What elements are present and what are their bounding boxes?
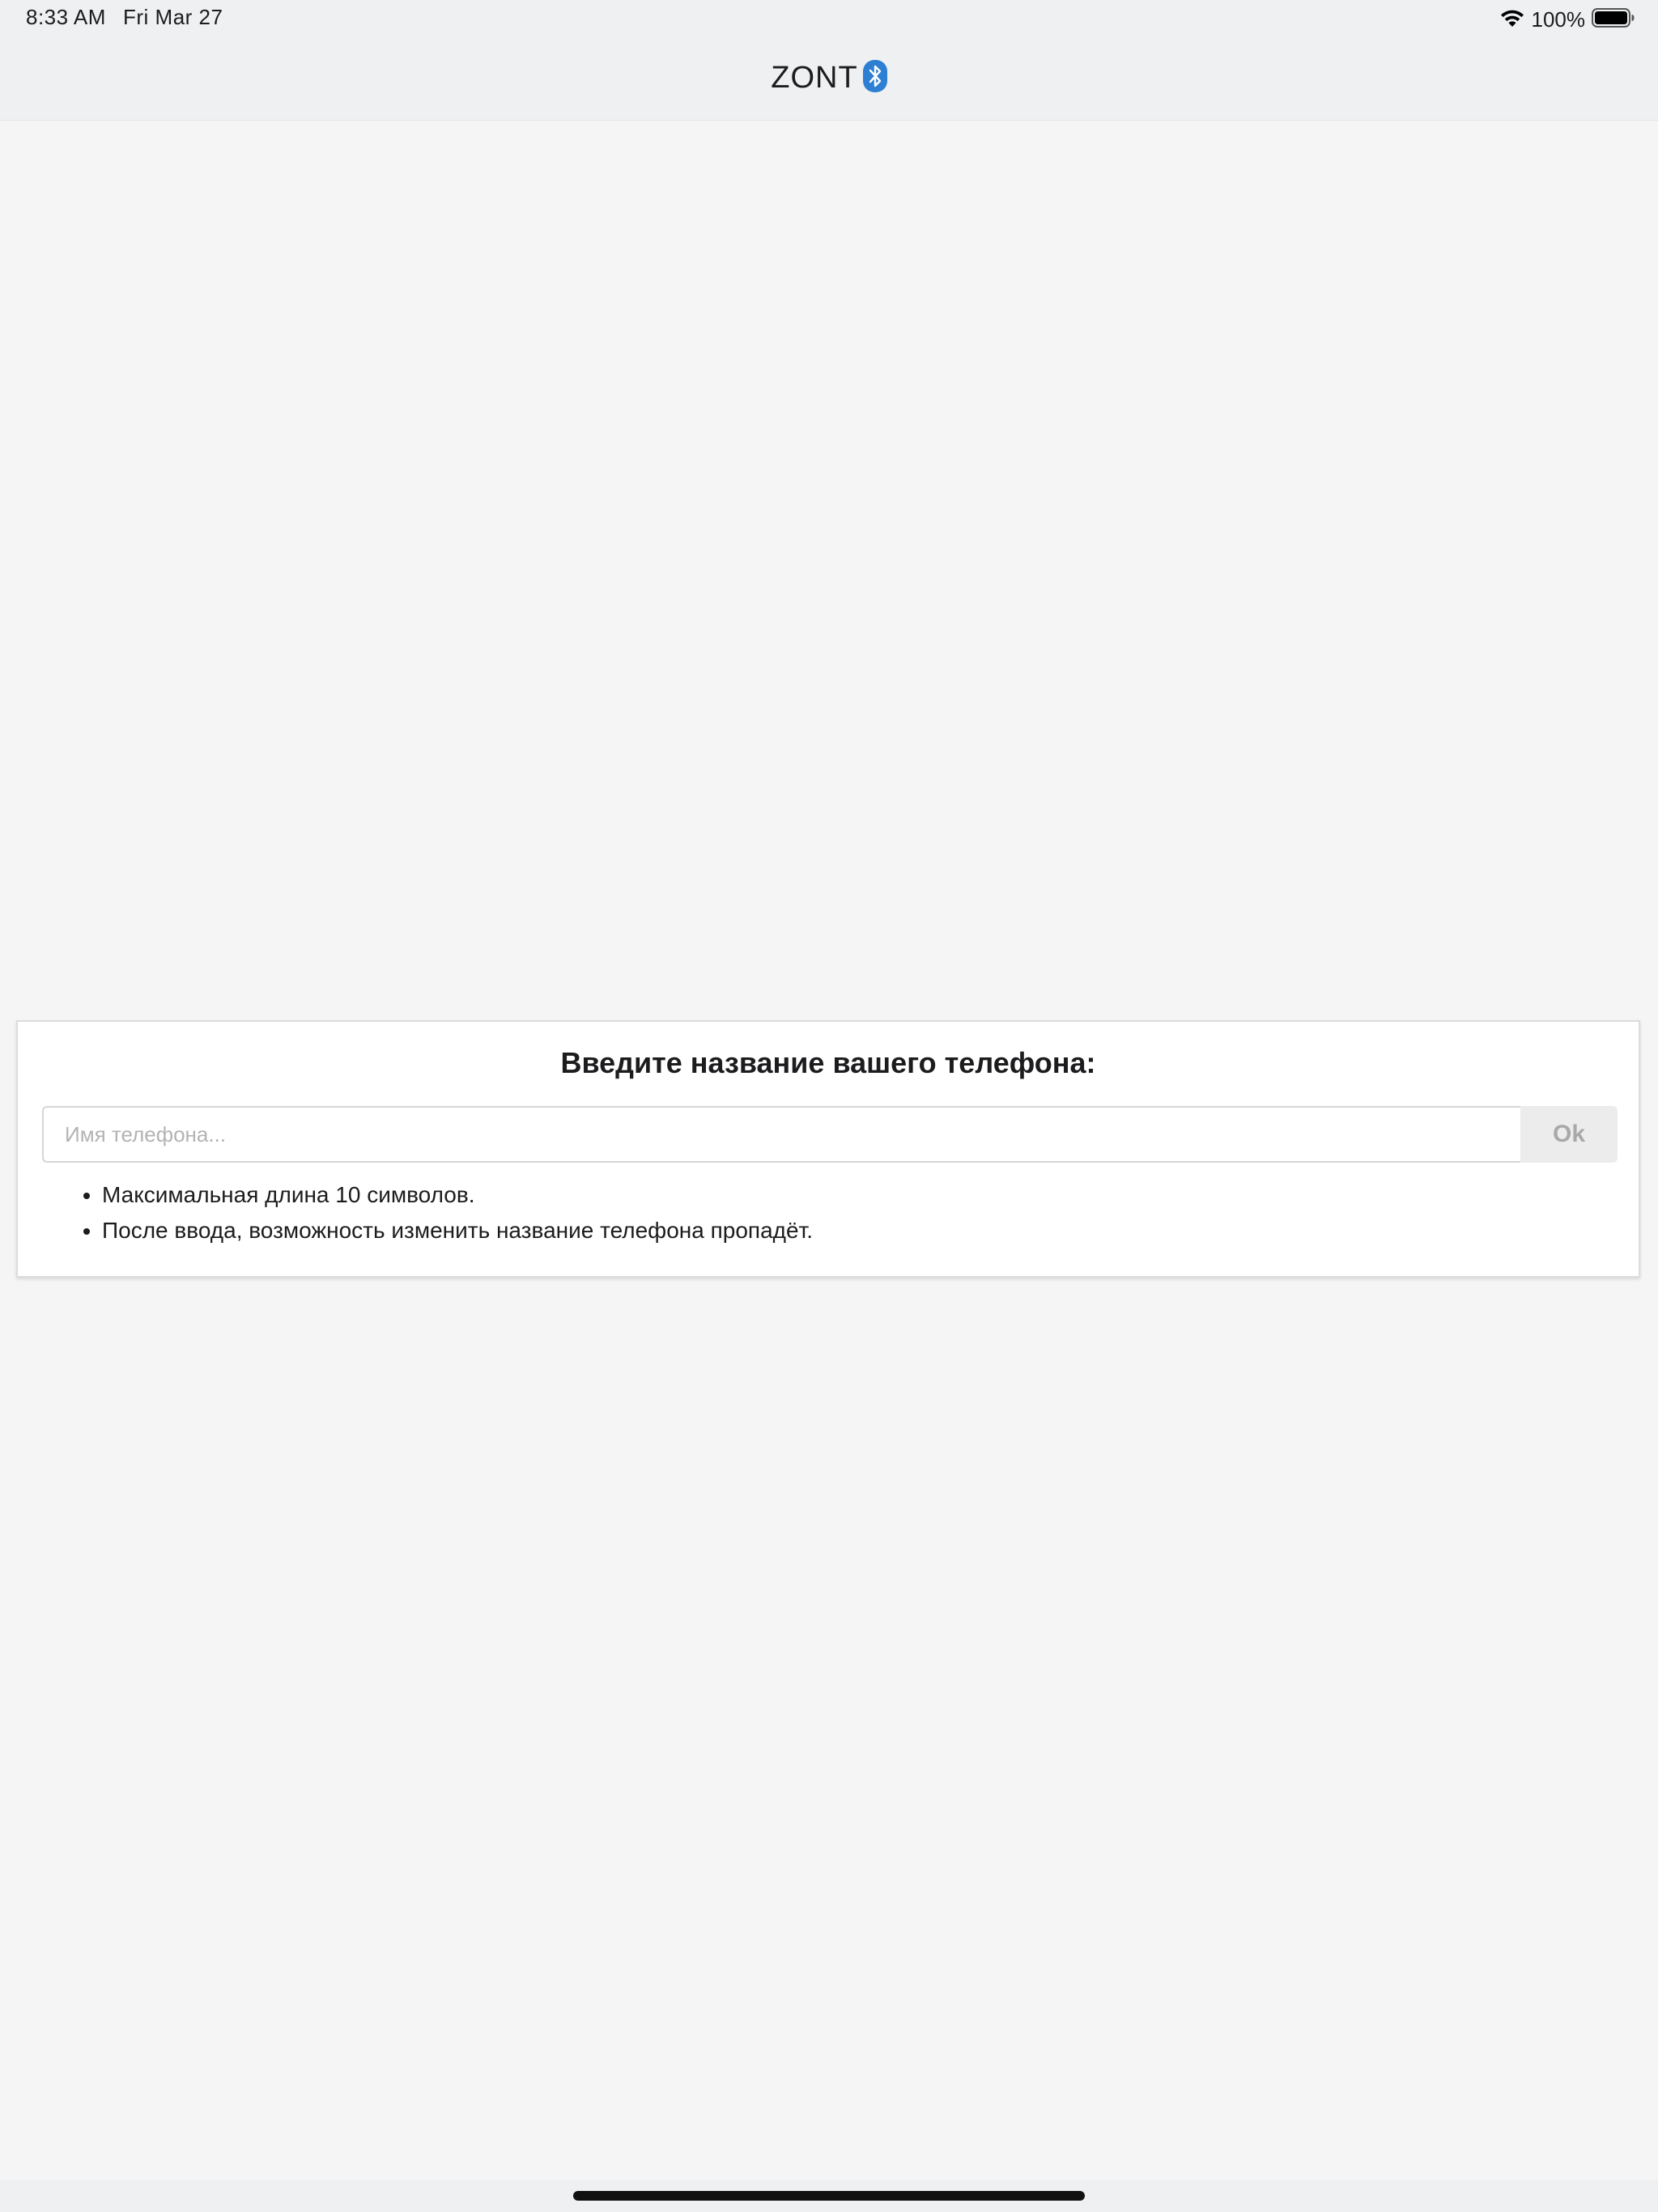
rule-item: После ввода, возможность изменить назван… — [102, 1213, 813, 1249]
dialog-title: Введите название вашего телефона: — [560, 1046, 1096, 1079]
bluetooth-icon — [862, 60, 887, 96]
status-date: Fri Mar 27 — [123, 5, 223, 29]
status-time: 8:33 AM — [26, 5, 106, 29]
wifi-icon — [1499, 7, 1525, 32]
nav-title: ZONT — [0, 60, 1658, 96]
home-bar-area — [0, 2180, 1658, 2212]
phone-name-dialog: Введите название вашего телефона: Ok Мак… — [16, 1020, 1640, 1278]
status-bar: 8:33 AM Fri Mar 27 100% — [0, 0, 1658, 39]
rule-item: Максимальная длина 10 символов. — [102, 1177, 813, 1213]
status-indicators: 100% — [1499, 6, 1636, 32]
brand-name: ZONT — [771, 61, 858, 95]
battery-icon — [1592, 7, 1635, 32]
phone-name-input[interactable] — [42, 1106, 1520, 1163]
battery-percent: 100% — [1531, 6, 1586, 32]
nav-bar: ZONT — [0, 39, 1658, 121]
ok-button[interactable]: Ok — [1520, 1106, 1618, 1163]
rules-list: Максимальная длина 10 символов. После вв… — [60, 1177, 813, 1249]
home-indicator[interactable] — [573, 2191, 1085, 2201]
